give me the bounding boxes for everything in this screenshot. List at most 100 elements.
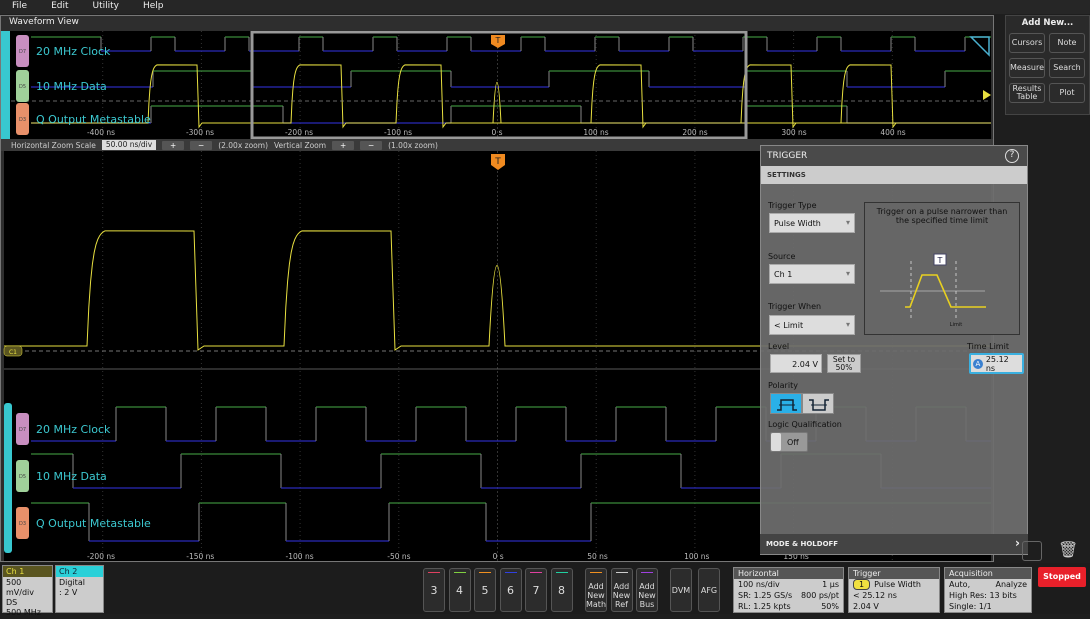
trigger-type-dropdown[interactable]: Pulse Width <box>769 213 855 233</box>
ch2-badge[interactable]: Ch 2 Digital: 2 V <box>55 565 104 613</box>
digital-group-handle <box>1 31 10 139</box>
channel-label: 20 MHz Clock <box>36 423 111 436</box>
overview-tick-label: 400 ns <box>880 128 905 137</box>
trigger-when-dropdown[interactable]: < Limit <box>769 315 855 335</box>
sample-rate: SR: 1.25 GS/s <box>738 591 793 600</box>
ch2-type: Digital <box>59 578 85 587</box>
plot-button[interactable]: Plot <box>1049 83 1085 103</box>
horizontal-badge[interactable]: Horizontal 100 ns/div 1 µs SR: 1.25 GS/s 8… <box>733 567 844 613</box>
channel-number: 5 <box>481 583 489 597</box>
trigger-type: Pulse Width <box>874 580 921 589</box>
add-new-bus-button[interactable]: Add New Bus <box>636 568 658 612</box>
source-dropdown[interactable]: Ch 1 <box>769 264 855 284</box>
trigger-type-label: Trigger Type <box>768 201 817 210</box>
ch1-coupling: DS <box>6 598 18 607</box>
add-new-ref-button[interactable]: Add New Ref <box>610 568 633 612</box>
overview-tick-label: -400 ns <box>87 128 115 137</box>
add-new-panel: Add New... Cursors Note Measure Search R… <box>1005 15 1090 115</box>
v-zoom-in-button[interactable]: + <box>332 140 355 150</box>
ch1-bandwidth: 500 MHz <box>6 608 41 617</box>
overview-tick-label: -300 ns <box>186 128 214 137</box>
time-limit-value: 25.12 ns <box>985 354 1009 373</box>
trigger-panel: TRIGGER ? SETTINGS Trigger Type Pulse Wi… <box>760 145 1028 555</box>
mode-holdoff-label: MODE & HOLDOFF <box>766 540 839 548</box>
note-button[interactable]: Note <box>1049 33 1085 53</box>
acq-analyze: Analyze <box>995 580 1027 589</box>
trash-icon[interactable]: 🗑 <box>1058 540 1078 559</box>
main-tick-label: 100 ns <box>684 552 709 561</box>
ch1-title: Ch 1 <box>3 566 52 577</box>
run-stop-button[interactable]: Stopped <box>1038 567 1086 587</box>
menu-utility[interactable]: Utility <box>81 0 131 14</box>
measure-button[interactable]: Measure <box>1009 58 1045 78</box>
h-zoom-scale-input[interactable]: 50.00 ns/div <box>101 140 157 150</box>
polarity-positive-button[interactable] <box>770 393 802 414</box>
channel-3-button[interactable]: 3 <box>423 568 445 612</box>
ch1-badge-label: C1 <box>9 349 17 356</box>
trigger-diagram: Trigger on a pulse narrower than the spe… <box>864 202 1020 335</box>
menu-help[interactable]: Help <box>131 0 176 14</box>
afg-button[interactable]: AFG <box>698 568 720 612</box>
main-tick-label: -50 ns <box>387 552 410 561</box>
h-zoom-factor: (2.00x zoom) <box>218 140 268 150</box>
trigger-title: TRIGGER <box>767 151 808 161</box>
channel-4-button[interactable]: 4 <box>448 568 471 612</box>
cursors-button[interactable]: Cursors <box>1009 33 1045 53</box>
channel-label: 10 MHz Data <box>36 80 107 93</box>
channel-number: 3 <box>430 583 438 597</box>
v-zoom-factor: (1.00x zoom) <box>388 140 438 150</box>
diagram-trigger-marker: T <box>937 256 943 265</box>
channel-label: 20 MHz Clock <box>36 45 111 58</box>
menu-edit[interactable]: Edit <box>39 0 80 14</box>
set-50-button[interactable]: Set to 50% <box>827 354 861 373</box>
polarity-negative-button[interactable] <box>802 393 834 414</box>
time-limit-input[interactable]: A 25.12 ns <box>969 353 1024 374</box>
trigger-marker-label: T <box>494 157 501 167</box>
main-tick-label: 50 ns <box>587 552 608 561</box>
ch2-threshold: : 2 V <box>59 588 78 597</box>
logic-qualification-toggle[interactable]: Off <box>770 432 808 452</box>
channel-5-button[interactable]: 5 <box>474 568 496 612</box>
negative-pulse-icon <box>809 399 829 411</box>
level-input[interactable]: 2.04 V <box>770 354 822 373</box>
acq-count: Single: 1/1 <box>949 602 992 611</box>
add-new-title: Add New... <box>1021 18 1074 28</box>
mode-holdoff-section-header[interactable]: MODE & HOLDOFF › <box>760 534 1028 554</box>
trigger-source-badge: 1 <box>853 579 871 590</box>
results-table-button[interactable]: Results Table <box>1009 83 1045 103</box>
overview-tick-label: 300 ns <box>781 128 806 137</box>
acquisition-badge[interactable]: Acquisition Auto, Analyze High Res: 13 bi… <box>944 567 1032 613</box>
logic-qualification-value: Off <box>787 438 799 447</box>
acquisition-title: Acquisition <box>945 568 1031 579</box>
overview-tick-label: -200 ns <box>285 128 313 137</box>
h-zoom-in-button[interactable]: + <box>162 140 185 150</box>
h-zoom-out-button[interactable]: − <box>190 140 213 150</box>
time-limit-label: Time Limit <box>967 342 1009 351</box>
help-icon[interactable]: ? <box>1005 149 1019 163</box>
channel-7-button[interactable]: 7 <box>525 568 547 612</box>
trigger-badge[interactable]: Trigger 1 Pulse Width < 25.12 ns 2.04 V <box>848 567 940 613</box>
main-tick-label: -150 ns <box>186 552 214 561</box>
trigger-position: 50% <box>821 602 839 611</box>
channel-number: 6 <box>507 583 514 597</box>
add-new-math-button[interactable]: Add New Math <box>585 568 607 612</box>
trigger-badge-title: Trigger <box>849 568 939 579</box>
overview-plot[interactable]: -400 ns -300 ns -200 ns -100 ns 0 s 100 ns 200… <box>1 31 993 139</box>
dvm-button[interactable]: DVM <box>670 568 692 612</box>
channel-8-button[interactable]: 8 <box>550 568 573 612</box>
overview-tick-label: 0 s <box>491 128 502 137</box>
ch2-title: Ch 2 <box>56 566 103 577</box>
menu-bar: File Edit Utility Help <box>0 0 1090 14</box>
channel-6-button[interactable]: 6 <box>499 568 522 612</box>
menu-file[interactable]: File <box>0 0 39 14</box>
channel-number: 7 <box>532 583 540 597</box>
channel-id: D5 <box>19 474 26 480</box>
ch1-badge[interactable]: Ch 1 500 mV/div DS 500 MHz <box>2 565 53 617</box>
search-button[interactable]: Search <box>1049 58 1085 78</box>
v-zoom-out-button[interactable]: − <box>360 140 383 150</box>
close-badge-button[interactable] <box>1022 541 1042 561</box>
settings-section-header[interactable]: SETTINGS <box>761 166 1027 184</box>
record-duration: 1 µs <box>822 580 839 589</box>
channel-label: Q Output Metastable <box>36 517 151 530</box>
trigger-limit: < 25.12 ns <box>853 591 897 600</box>
